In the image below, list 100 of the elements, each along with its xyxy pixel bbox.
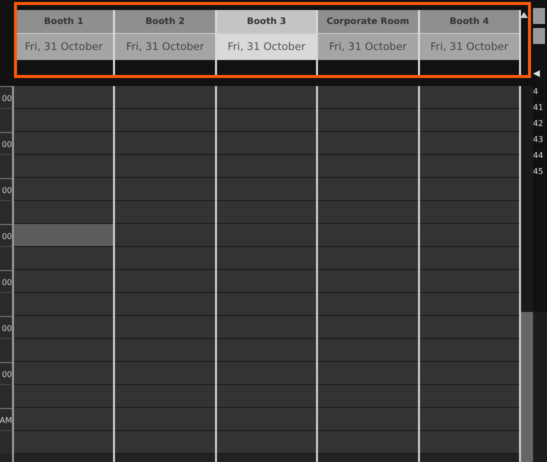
time-slot[interactable]	[216, 109, 316, 132]
time-slot[interactable]	[115, 247, 215, 270]
scrollbar-thumb[interactable]	[521, 312, 533, 462]
time-slot[interactable]	[115, 178, 215, 201]
time-slot[interactable]	[14, 109, 114, 132]
time-slot[interactable]	[115, 408, 215, 431]
time-slot[interactable]	[420, 339, 520, 362]
time-slot[interactable]	[115, 109, 215, 132]
time-slot[interactable]	[14, 155, 114, 178]
time-slot[interactable]	[318, 109, 418, 132]
time-slot[interactable]	[14, 86, 114, 109]
time-slot[interactable]	[318, 224, 418, 247]
time-slot[interactable]	[420, 431, 520, 454]
column-header[interactable]: Booth 4	[420, 10, 520, 34]
time-slot[interactable]	[14, 293, 114, 316]
time-slot[interactable]	[115, 385, 215, 408]
column-date: Fri, 31 October	[14, 34, 114, 60]
time-slot[interactable]	[318, 431, 418, 454]
time-slot[interactable]	[420, 155, 520, 178]
time-slot[interactable]	[318, 339, 418, 362]
time-slot[interactable]	[14, 339, 114, 362]
time-slot[interactable]	[318, 293, 418, 316]
week-number: 41	[533, 102, 544, 114]
time-slot[interactable]	[14, 178, 114, 201]
time-slot[interactable]	[14, 316, 114, 339]
time-slot[interactable]	[14, 247, 114, 270]
column-header[interactable]: Corporate Room	[318, 10, 418, 34]
time-slot[interactable]	[216, 316, 316, 339]
time-slot[interactable]	[216, 224, 316, 247]
column-date: Fri, 31 October	[216, 34, 316, 60]
time-slot[interactable]	[216, 201, 316, 224]
time-slot[interactable]	[318, 132, 418, 155]
time-slot[interactable]	[420, 86, 520, 109]
time-gutter-cell	[0, 293, 12, 316]
time-slot[interactable]	[318, 362, 418, 385]
time-slot[interactable]	[216, 86, 316, 109]
time-gutter-cell	[0, 155, 12, 178]
time-slot[interactable]	[216, 385, 316, 408]
time-slot[interactable]	[14, 385, 114, 408]
time-slot[interactable]	[318, 316, 418, 339]
time-slot[interactable]	[216, 339, 316, 362]
time-slot[interactable]	[216, 270, 316, 293]
time-slot[interactable]	[216, 293, 316, 316]
time-slot[interactable]	[318, 408, 418, 431]
time-slot[interactable]	[420, 362, 520, 385]
time-slot[interactable]	[216, 247, 316, 270]
time-slot[interactable]	[216, 132, 316, 155]
time-slot[interactable]	[14, 132, 114, 155]
time-slot[interactable]	[420, 178, 520, 201]
time-slot[interactable]	[14, 431, 114, 454]
time-slot[interactable]	[115, 155, 215, 178]
time-slot[interactable]	[318, 155, 418, 178]
time-slot[interactable]	[420, 201, 520, 224]
time-slot[interactable]	[216, 178, 316, 201]
time-slot[interactable]	[14, 224, 114, 247]
time-slot[interactable]	[115, 431, 215, 454]
time-slot[interactable]	[115, 293, 215, 316]
week-number: 4	[533, 86, 538, 98]
time-slot[interactable]	[318, 86, 418, 109]
time-slot[interactable]	[318, 270, 418, 293]
time-slot[interactable]	[14, 201, 114, 224]
time-slot[interactable]	[420, 385, 520, 408]
time-slot[interactable]	[318, 201, 418, 224]
time-slot[interactable]	[115, 339, 215, 362]
time-slot[interactable]	[420, 247, 520, 270]
time-slot[interactable]	[115, 201, 215, 224]
column-header[interactable]: Booth 3	[216, 10, 316, 34]
time-slot[interactable]	[216, 362, 316, 385]
time-slot[interactable]	[216, 155, 316, 178]
time-slot[interactable]	[420, 109, 520, 132]
previous-arrow[interactable]: ◀	[533, 68, 540, 82]
time-slot[interactable]	[318, 247, 418, 270]
checkbox-icon[interactable]	[533, 8, 545, 24]
time-slot[interactable]	[420, 408, 520, 431]
column-date: Fri, 31 October	[115, 34, 215, 60]
time-slot[interactable]	[115, 270, 215, 293]
time-slot[interactable]	[420, 270, 520, 293]
time-slot[interactable]	[216, 431, 316, 454]
week-number: 45	[533, 166, 544, 178]
time-slot[interactable]	[420, 316, 520, 339]
time-slot[interactable]	[115, 362, 215, 385]
time-slot[interactable]	[216, 408, 316, 431]
time-slot[interactable]	[14, 408, 114, 431]
week-number: 44	[533, 150, 544, 162]
time-label: 00	[0, 178, 12, 201]
checkbox-icon[interactable]	[533, 28, 545, 44]
time-slot[interactable]	[420, 224, 520, 247]
time-label: 00	[0, 132, 12, 155]
column-header[interactable]: Booth 1	[14, 10, 114, 34]
time-slot[interactable]	[420, 132, 520, 155]
time-slot[interactable]	[420, 293, 520, 316]
time-slot[interactable]	[318, 385, 418, 408]
time-slot[interactable]	[115, 316, 215, 339]
column-header[interactable]: Booth 2	[115, 10, 215, 34]
time-slot[interactable]	[318, 178, 418, 201]
time-slot[interactable]	[14, 362, 114, 385]
time-slot[interactable]	[14, 270, 114, 293]
time-slot[interactable]	[115, 86, 215, 109]
time-slot[interactable]	[115, 132, 215, 155]
time-slot[interactable]	[115, 224, 215, 247]
